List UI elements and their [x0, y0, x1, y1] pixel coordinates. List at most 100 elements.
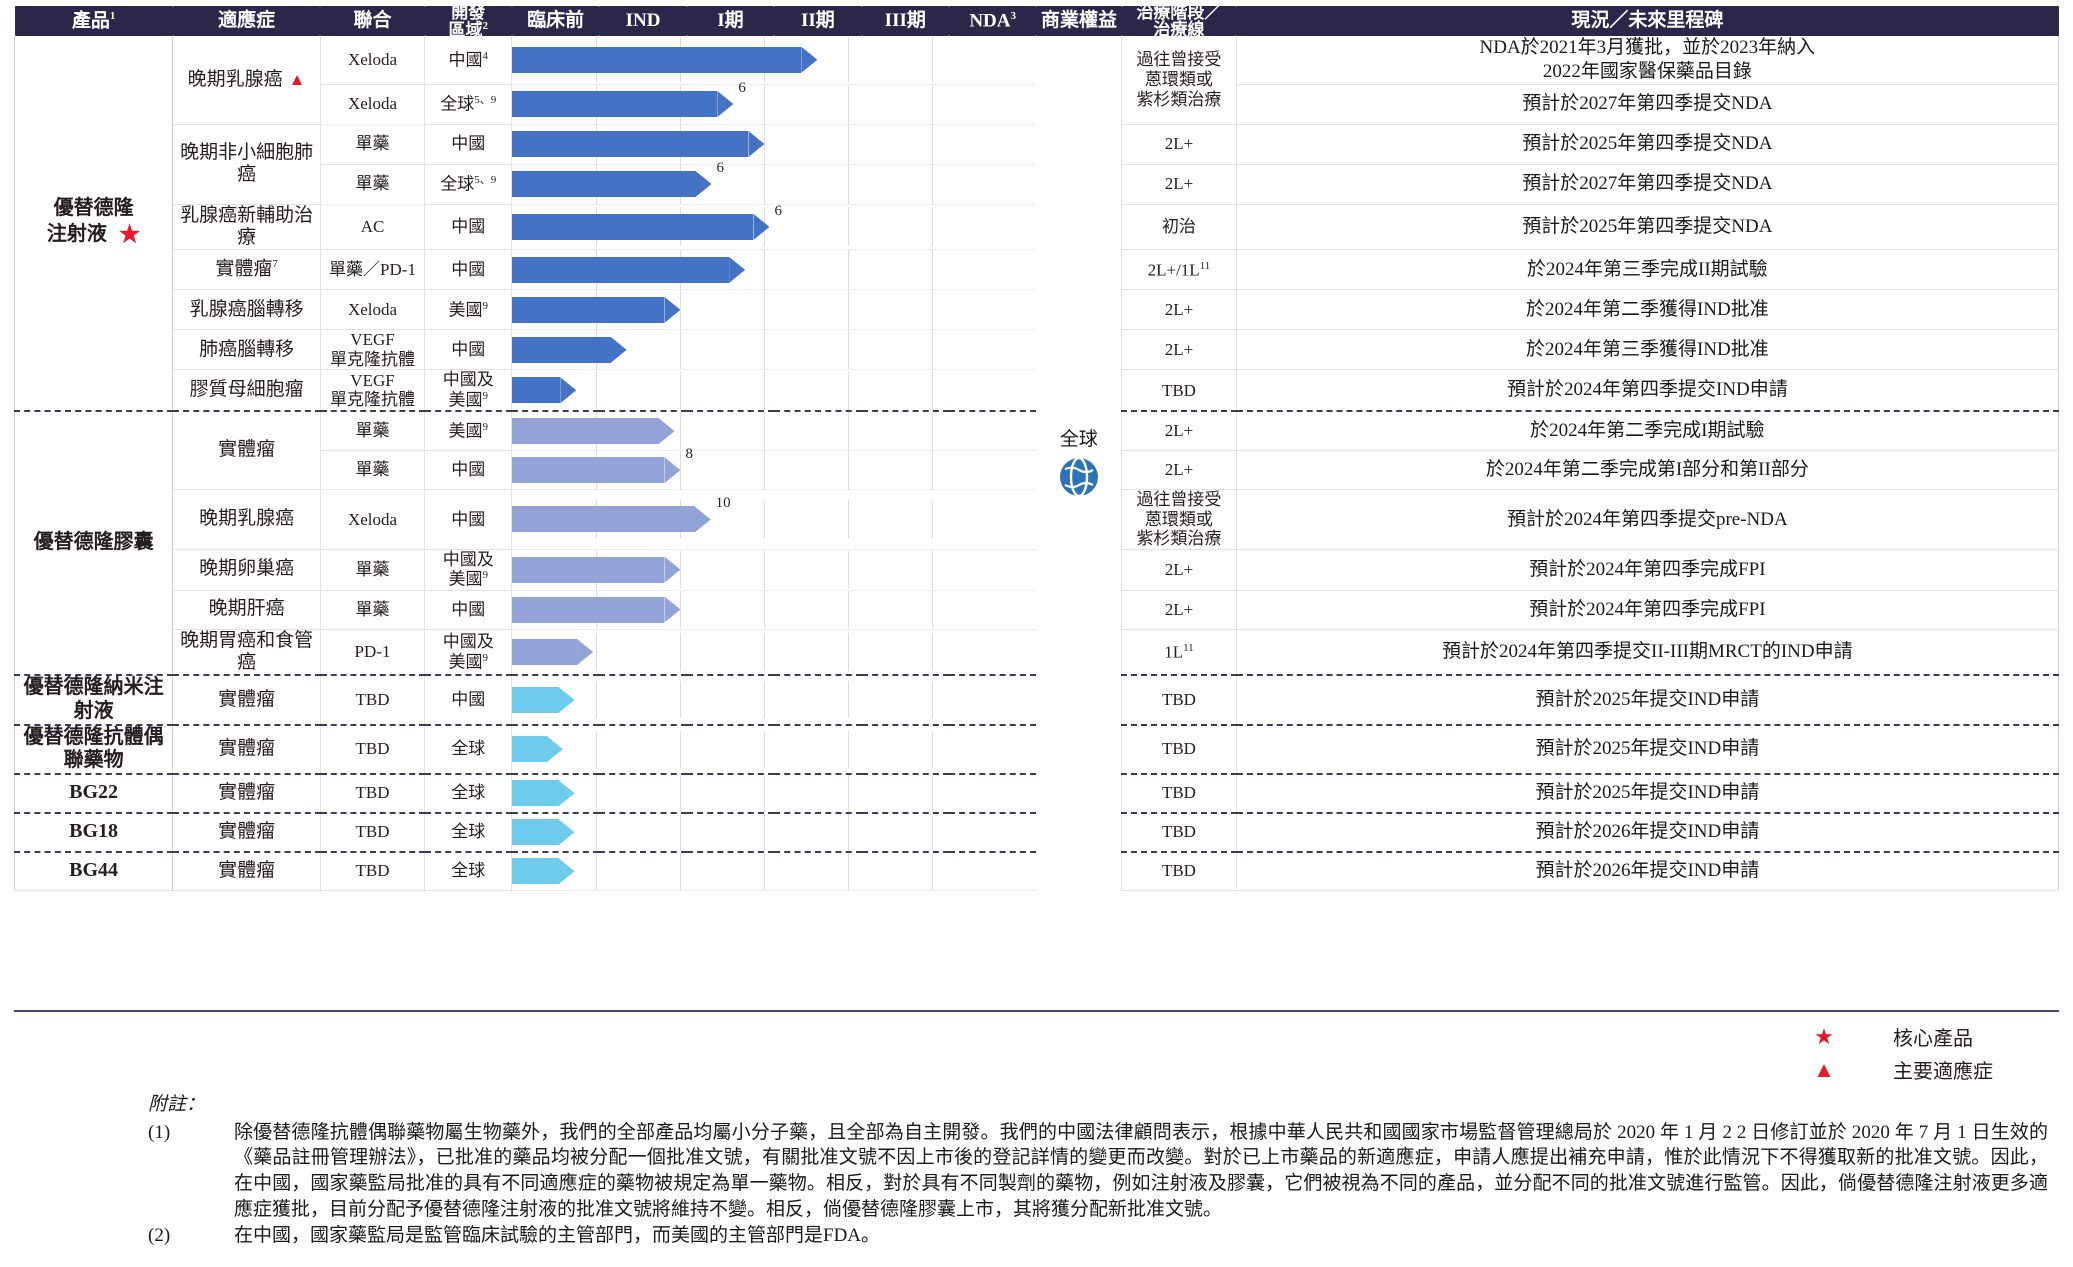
- product-name-cell: 優替德隆膠囊: [13, 410, 174, 676]
- treatment-line-label: 2L+: [1164, 460, 1194, 480]
- milestone-cell: 於2024年第二季獲得IND批准: [1236, 289, 2060, 331]
- region-cell: 中國: [424, 249, 513, 291]
- region-label: 中國: [451, 260, 486, 280]
- pipeline-table: 產品1 適應症 聯合 開發 區域2 臨床前 IND I期 II期 III期 NDA3 商業權益 治療階段…: [13, 4, 2060, 891]
- treatment-line-cell: 2L+: [1121, 549, 1237, 591]
- treatment-line-cell: TBD: [1121, 772, 1237, 814]
- combination-label: 單藥: [355, 559, 390, 579]
- footnote-text: 在中國，國家藥監局是監管臨床試驗的主管部門，而美國的主管部門是FDA。: [234, 1225, 881, 1247]
- treatment-line-cell: 2L+: [1121, 329, 1237, 371]
- star-icon: ★: [1814, 1023, 1834, 1049]
- combination-cell: TBD: [320, 723, 426, 775]
- phase-progress-bar: [512, 638, 594, 665]
- footnote-number: (2): [148, 1225, 171, 1247]
- milestone-text: 於2024年第三季獲得IND批准: [1525, 338, 1769, 360]
- indication-label: 膠質母細胞瘤: [189, 379, 304, 401]
- milestone-text: 預計於2027年第四季提交NDA: [1522, 93, 1773, 115]
- milestone-text: 預計於2025年提交IND申請: [1535, 782, 1760, 804]
- phase-progress-bar: [512, 418, 675, 445]
- combination-cell: TBD: [320, 772, 426, 814]
- indication-label: 實體瘤: [218, 860, 276, 882]
- footnote-item: (2) 在中國，國家藥監局是監管臨床試驗的主管部門，而美國的主管部門是FDA。: [148, 1223, 2048, 1249]
- indication-cell: 實體瘤: [172, 772, 321, 814]
- treatment-line-label: 初治: [1161, 217, 1196, 237]
- phase-progress-cell: 6: [511, 80, 1037, 125]
- milestone-cell: 預計於2025年第四季提交NDA: [1236, 124, 2060, 165]
- treatment-line-cell: 1L11: [1121, 629, 1237, 676]
- treatment-line-label: TBD: [1161, 783, 1196, 803]
- phase-progress-bar: [512, 336, 627, 363]
- treatment-line-label: TBD: [1161, 380, 1196, 400]
- milestone-text: 於2024年第二季獲得IND批准: [1525, 298, 1769, 320]
- combination-label: TBD: [355, 783, 390, 803]
- product-name-cell: 優替德隆納米注射液: [13, 674, 174, 726]
- milestone-cell: 預計於2024年第四季提交IND申請: [1236, 369, 2060, 412]
- indication-label: 乳腺癌腦轉移: [189, 298, 304, 320]
- indication-cell: 乳腺癌新輔助治療: [172, 204, 321, 251]
- region-cell: 中國及 美國9: [424, 369, 513, 412]
- column-header-phase1: I期: [686, 6, 775, 36]
- phase-progress-cell: [511, 36, 1037, 85]
- combination-label: TBD: [355, 861, 390, 881]
- indication-cell: 晚期肝癌: [172, 590, 321, 630]
- region-cell: 中國: [424, 329, 513, 371]
- phase-progress-cell: [511, 850, 1037, 891]
- region-label: 全球: [451, 822, 486, 842]
- phase-progress-cell: 6: [511, 203, 1037, 251]
- milestone-cell: NDA於2021年3月獲批，並於2023年納入 2022年國家醫保藥品目錄: [1236, 36, 2060, 85]
- region-label: 全球: [451, 861, 486, 881]
- milestone-cell: 預計於2027年第四季提交NDA: [1236, 84, 2060, 125]
- product-name: BG22: [69, 781, 119, 804]
- commercial-rights-label: 全球: [1059, 429, 1098, 451]
- region-cell: 中國: [424, 674, 513, 726]
- milestone-cell: 預計於2026年提交IND申請: [1236, 850, 2060, 891]
- treatment-line-label: 2L+: [1164, 174, 1194, 194]
- table-row: 優替德隆 注射液 ★ 晚期乳腺癌 ▲ Xeloda 中國4 全球 過往曾接受 蒽環類或 紫杉類治療 N…: [13, 36, 2060, 891]
- region-label: 中國: [451, 340, 486, 360]
- combination-label: 單藥: [355, 460, 390, 480]
- product-name-cell: 優替德隆抗體偶聯藥物: [13, 723, 174, 775]
- milestone-text: 預計於2027年第四季提交NDA: [1522, 173, 1773, 195]
- region-label: 中國: [448, 50, 483, 70]
- treatment-line-label: 2L+: [1164, 599, 1194, 619]
- treatment-line-label: 2L+: [1164, 559, 1194, 579]
- phase-progress-cell: [511, 629, 1037, 676]
- phase-progress-cell: [511, 369, 1037, 412]
- footnote-text: 除優替德隆抗體偶聯藥物屬生物藥外，我們的全部產品均屬小分子藥，且全部為自主開發。…: [234, 1121, 2048, 1220]
- milestone-cell: 預計於2024年第四季完成FPI: [1236, 590, 2060, 630]
- treatment-line-label: 2L+: [1164, 421, 1194, 441]
- region-label: 全球: [451, 739, 486, 759]
- product-name-cell: BG22: [13, 772, 174, 814]
- treatment-line-label: 過往曾接受 蒽環類或 紫杉類治療: [1136, 50, 1222, 109]
- treatment-line-cell: 2L+: [1121, 164, 1237, 205]
- treatment-line-cell: 2L+: [1121, 590, 1237, 630]
- phase-progress-cell: [511, 124, 1037, 165]
- legend-item-core-product: ★ 核心產品: [1813, 1022, 1993, 1051]
- product-name-cell: BG44: [13, 850, 174, 891]
- milestone-cell: 於2024年第三季完成II期試驗: [1236, 249, 2060, 291]
- region-cell: 全球: [424, 811, 513, 853]
- phase-progress-bar: [512, 91, 734, 117]
- phase-progress-bar: [512, 377, 577, 404]
- column-header-ind: IND: [599, 6, 687, 36]
- region-label: 全球: [451, 783, 486, 803]
- milestone-cell: 預計於2027年第四季提交NDA: [1236, 164, 2060, 205]
- combination-label: 單藥: [355, 599, 390, 619]
- combination-label: VEGF 單克隆抗體: [330, 370, 415, 410]
- treatment-line-label: TBD: [1161, 822, 1196, 842]
- treatment-line-cell: 初治: [1121, 204, 1237, 251]
- pipeline-table-container: 產品1 適應症 聯合 開發 區域2 臨床前 IND I期 II期 III期 NDA3 商業權益 治療階段…: [13, 4, 2060, 891]
- combination-label: VEGF 單克隆抗體: [330, 330, 415, 369]
- milestone-text: 預計於2024年第四季提交II-III期MRCT的IND申請: [1442, 641, 1853, 663]
- treatment-line-label: 過往曾接受 蒽環類或 紫杉類治療: [1136, 490, 1222, 549]
- milestone-text: 預計於2026年提交IND申請: [1535, 860, 1760, 882]
- milestone-text: NDA於2021年3月獲批，並於2023年納入 2022年國家醫保藥品目錄: [1479, 37, 1816, 82]
- indication-cell: 實體瘤: [172, 850, 321, 891]
- legend: ★ 核心產品 ▲ 主要適應症: [1813, 1022, 1993, 1084]
- bar-footnote-marker: 8: [685, 446, 693, 463]
- indication-label: 晚期肝癌: [208, 598, 285, 620]
- product-name: BG18: [69, 820, 119, 843]
- treatment-line-cell: TBD: [1121, 674, 1237, 726]
- indication-label: 實體瘤: [218, 439, 276, 461]
- milestone-text: 預計於2024年第四季完成FPI: [1529, 598, 1766, 620]
